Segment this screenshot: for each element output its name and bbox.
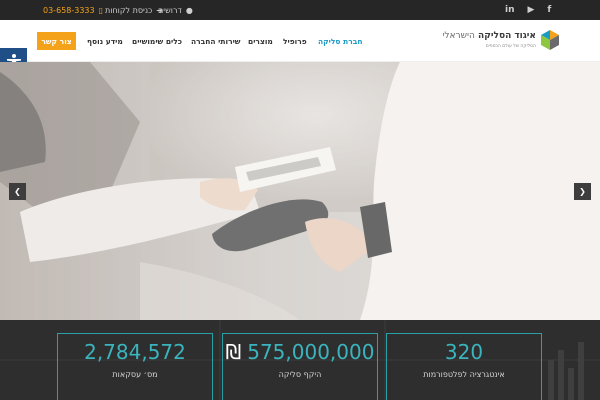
nav-label: מוצרים bbox=[248, 36, 273, 46]
logo-name-bold: איגוד הסליקה bbox=[478, 31, 536, 41]
nav-label: מידע נוסף bbox=[87, 36, 123, 46]
logo-mark-icon bbox=[541, 30, 559, 50]
youtube-icon[interactable]: ▶ bbox=[528, 5, 535, 15]
hero-slider bbox=[0, 62, 600, 320]
phone-number: 03-658-3333 bbox=[43, 5, 95, 15]
stat-clearing-volume: ₪ 575,000,000 היקף סליקה bbox=[222, 333, 378, 400]
arrow-left-icon: ❮ bbox=[14, 187, 21, 196]
linkedin-icon[interactable]: in bbox=[505, 5, 515, 15]
nav-item-clearing-company[interactable]: חברת סליקה bbox=[318, 32, 363, 50]
slider-next-button[interactable]: ❯ bbox=[574, 183, 591, 200]
stat-value-row: ₪ 575,000,000 bbox=[223, 340, 377, 364]
jobs-link[interactable]: ● דרושים bbox=[158, 0, 193, 20]
shekel-icon: ₪ bbox=[225, 340, 242, 364]
nav-label: שירותי החברה bbox=[191, 36, 241, 46]
stat-value: 320 bbox=[444, 340, 484, 364]
user-icon: ● bbox=[185, 5, 193, 15]
phone-icon: ▯ bbox=[98, 5, 103, 15]
top-bar: ▯ 03-658-3333 ➜ כניסת לקוחות ● דרושים in… bbox=[0, 0, 600, 20]
nav-item-services[interactable]: שירותי החברה bbox=[191, 32, 240, 50]
stat-platform-integrations: 320 אינטגרציה לפלטפורמות bbox=[386, 333, 542, 400]
facebook-icon[interactable]: f bbox=[547, 5, 551, 15]
arrow-right-icon: ❯ bbox=[579, 187, 586, 196]
nav-item-more-info[interactable]: מידע נוסף bbox=[87, 32, 123, 50]
contact-button[interactable]: צור קשר bbox=[37, 32, 76, 50]
logo-name-light: הישראלי bbox=[442, 31, 475, 41]
social-links: in ▶ f bbox=[505, 0, 551, 20]
stat-label: היקף סליקה bbox=[278, 370, 322, 379]
nav-label: פרופיל bbox=[283, 36, 307, 46]
nav-label: כלים שימושיים bbox=[132, 36, 183, 46]
nav-item-tools[interactable]: כלים שימושיים bbox=[132, 32, 182, 50]
hero-overlay bbox=[0, 62, 600, 320]
stat-value: 2,784,572 bbox=[84, 340, 186, 364]
logo-name: איגוד הסליקה הישראלי bbox=[442, 31, 536, 41]
stat-transactions: 2,784,572 מס׳ עסקאות bbox=[57, 333, 213, 400]
stats-band: 320 אינטגרציה לפלטפורמות ₪ 575,000,000 הי… bbox=[0, 320, 600, 400]
site-logo[interactable]: איגוד הסליקה הישראלי הסליקה של עולם הכספ… bbox=[442, 28, 560, 54]
stat-label: אינטגרציה לפלטפורמות bbox=[423, 370, 505, 379]
phone-link[interactable]: ▯ 03-658-3333 bbox=[43, 0, 103, 20]
nav-item-profile[interactable]: פרופיל bbox=[283, 32, 307, 50]
stat-label: מס׳ עסקאות bbox=[112, 370, 158, 379]
main-header: צור קשר חברת סליקה פרופיל מוצרים שירותי … bbox=[0, 20, 600, 62]
slider-prev-button[interactable]: ❮ bbox=[9, 183, 26, 200]
customer-login-label: כניסת לקוחות bbox=[105, 5, 153, 15]
logo-tagline: הסליקה של עולם הכספים bbox=[485, 44, 536, 49]
jobs-label: דרושים bbox=[158, 5, 182, 15]
stat-value: 575,000,000 bbox=[247, 340, 375, 364]
nav-label: חברת סליקה bbox=[318, 36, 363, 46]
customer-login-link[interactable]: ➜ כניסת לקוחות bbox=[105, 0, 163, 20]
nav-item-products[interactable]: מוצרים bbox=[248, 32, 273, 50]
